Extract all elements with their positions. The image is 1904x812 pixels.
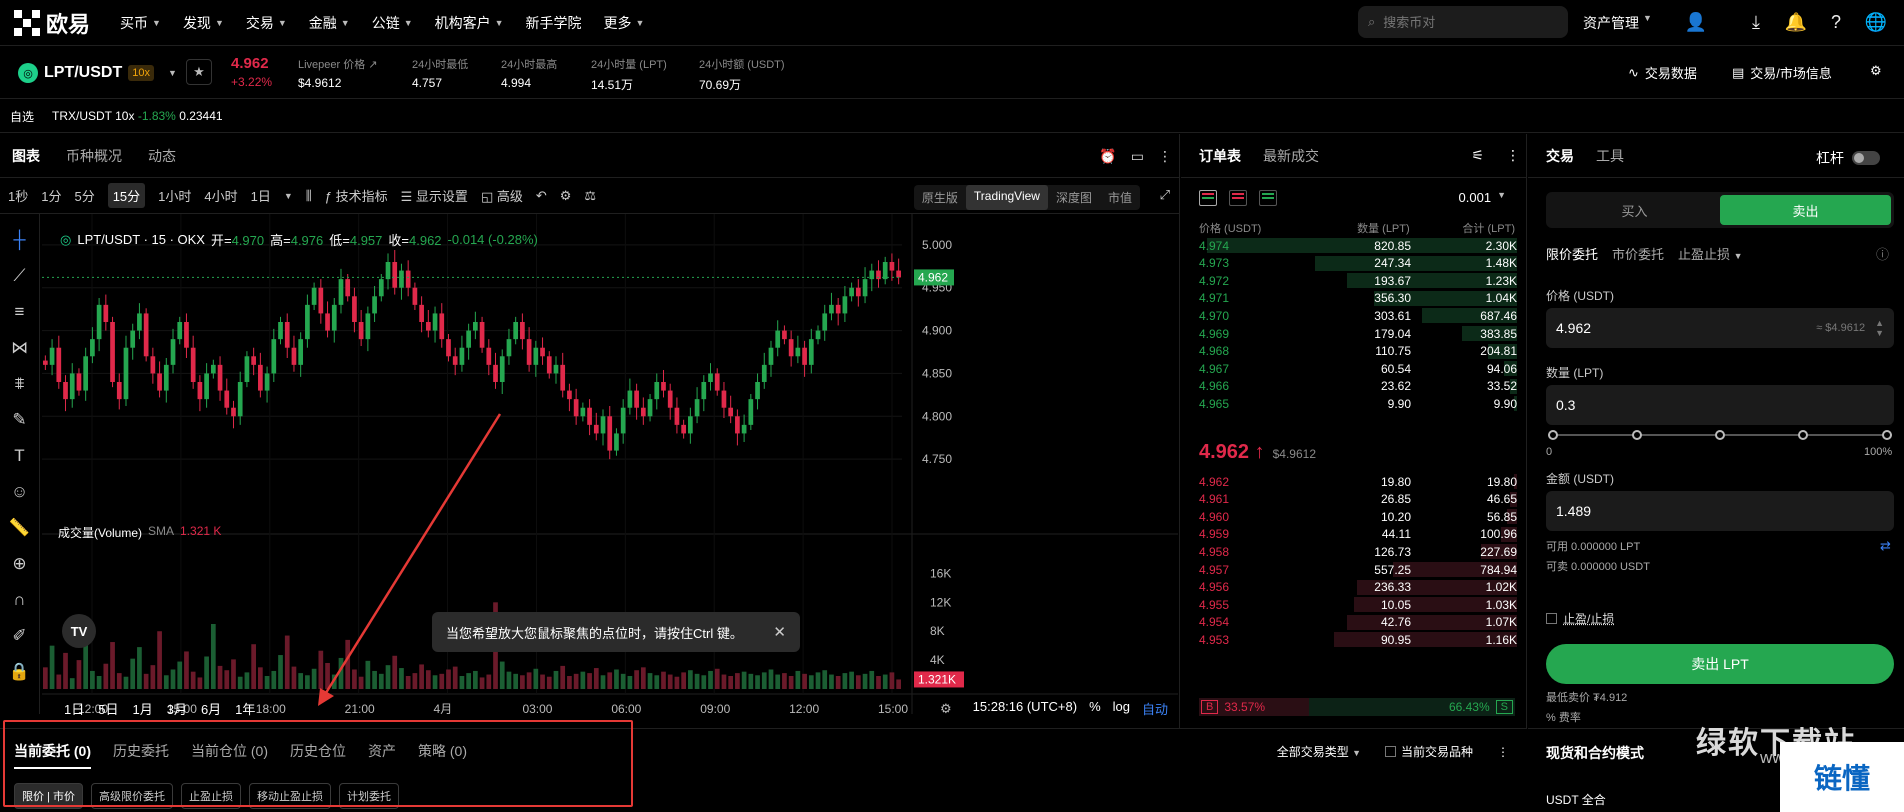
ask-row[interactable]: 4.973 247.34 1.48K xyxy=(1191,255,1517,272)
book-total: 33.52 xyxy=(1486,379,1517,394)
book-qty: 23.62 xyxy=(1380,379,1411,394)
book-price: 4.966 xyxy=(1199,379,1230,394)
book-price: 4.969 xyxy=(1199,326,1230,341)
book-qty: 557.25 xyxy=(1374,562,1411,577)
book-price: 4.955 xyxy=(1199,597,1230,612)
book-price: 4.974 xyxy=(1199,238,1230,253)
book-qty: 179.04 xyxy=(1374,326,1411,341)
ask-row[interactable]: 4.966 23.62 33.52 xyxy=(1191,378,1517,395)
book-qty: 9.90 xyxy=(1387,396,1411,411)
bid-row[interactable]: 4.960 10.20 56.85 xyxy=(1191,508,1517,525)
book-price: 4.960 xyxy=(1199,509,1230,524)
trading-page: 欧易 买币 ▼ 发现 ▼ 交易 ▼ 金融 ▼ 公链 ▼ 机构客户 ▼ 新手学院 更多 ▼ ⌕ … xyxy=(0,0,1904,812)
ask-row[interactable]: 4.967 60.54 94.06 xyxy=(1191,360,1517,377)
book-qty: 10.05 xyxy=(1380,597,1411,612)
ask-row[interactable]: 4.968 110.75 204.81 xyxy=(1191,343,1517,360)
book-total: 9.90 xyxy=(1493,396,1517,411)
ask-row[interactable]: 4.971 356.30 1.04K xyxy=(1191,290,1517,307)
book-total: 204.81 xyxy=(1480,344,1517,359)
book-price: 4.957 xyxy=(1199,562,1230,577)
ask-row[interactable]: 4.965 9.90 9.90 xyxy=(1191,395,1517,412)
bid-row[interactable]: 4.955 10.05 1.03K xyxy=(1191,596,1517,613)
book-total: 100.96 xyxy=(1480,527,1517,542)
ask-row[interactable]: 4.974 820.85 2.30K xyxy=(1191,237,1517,254)
book-total: 19.80 xyxy=(1486,474,1517,489)
book-price: 4.965 xyxy=(1199,396,1230,411)
book-total: 1.16K xyxy=(1485,632,1517,647)
book-total: 784.94 xyxy=(1480,562,1517,577)
bid-row[interactable]: 4.959 44.11 100.96 xyxy=(1191,526,1517,543)
book-total: 383.85 xyxy=(1480,326,1517,341)
book-price: 4.962 xyxy=(1199,474,1230,489)
book-price: 4.961 xyxy=(1199,492,1230,507)
book-qty: 303.61 xyxy=(1374,308,1411,323)
book-price: 4.972 xyxy=(1199,273,1230,288)
ask-row[interactable]: 4.972 193.67 1.23K xyxy=(1191,272,1517,289)
book-price: 4.971 xyxy=(1199,291,1230,306)
book-qty: 19.80 xyxy=(1380,474,1411,489)
book-qty: 356.30 xyxy=(1374,291,1411,306)
book-total: 1.07K xyxy=(1485,615,1517,630)
book-qty: 10.20 xyxy=(1380,509,1411,524)
book-qty: 193.67 xyxy=(1374,273,1411,288)
book-qty: 26.85 xyxy=(1380,492,1411,507)
book-total: 227.69 xyxy=(1480,544,1517,559)
bid-row[interactable]: 4.953 90.95 1.16K xyxy=(1191,631,1517,648)
book-total: 687.46 xyxy=(1480,308,1517,323)
book-price: 4.968 xyxy=(1199,344,1230,359)
book-price: 4.970 xyxy=(1199,308,1230,323)
book-total: 56.85 xyxy=(1486,509,1517,524)
book-price: 4.973 xyxy=(1199,256,1230,271)
bid-row[interactable]: 4.958 126.73 227.69 xyxy=(1191,543,1517,560)
book-total: 1.48K xyxy=(1485,256,1517,271)
bid-row[interactable]: 4.954 42.76 1.07K xyxy=(1191,614,1517,631)
book-price: 4.956 xyxy=(1199,580,1230,595)
book-price: 4.954 xyxy=(1199,615,1230,630)
book-total: 46.65 xyxy=(1486,492,1517,507)
book-price: 4.959 xyxy=(1199,527,1230,542)
book-total: 1.03K xyxy=(1485,597,1517,612)
book-qty: 126.73 xyxy=(1374,544,1411,559)
book-qty: 236.33 xyxy=(1374,580,1411,595)
book-price: 4.953 xyxy=(1199,632,1230,647)
book-total: 94.06 xyxy=(1486,361,1517,376)
book-qty: 90.95 xyxy=(1380,632,1411,647)
book-qty: 42.76 xyxy=(1380,615,1411,630)
book-qty: 247.34 xyxy=(1374,256,1411,271)
book-price: 4.958 xyxy=(1199,544,1230,559)
annotation-arrow xyxy=(318,413,502,706)
book-total: 1.04K xyxy=(1485,291,1517,306)
bid-row[interactable]: 4.962 19.80 19.80 xyxy=(1191,473,1517,490)
ask-row[interactable]: 4.969 179.04 383.85 xyxy=(1191,325,1517,342)
book-qty: 820.85 xyxy=(1374,238,1411,253)
book-qty: 110.75 xyxy=(1375,344,1411,359)
bid-row[interactable]: 4.957 557.25 784.94 xyxy=(1191,561,1517,578)
watermark-badge: 链懂 xyxy=(1780,742,1904,812)
book-qty: 60.54 xyxy=(1380,361,1411,376)
ask-row[interactable]: 4.970 303.61 687.46 xyxy=(1191,307,1517,324)
book-total: 1.02K xyxy=(1485,580,1517,595)
book-total: 1.23K xyxy=(1485,273,1517,288)
bid-row[interactable]: 4.956 236.33 1.02K xyxy=(1191,579,1517,596)
book-total: 2.30K xyxy=(1485,238,1517,253)
bid-row[interactable]: 4.961 26.85 46.65 xyxy=(1191,491,1517,508)
book-qty: 44.11 xyxy=(1381,527,1411,542)
book-price: 4.967 xyxy=(1199,361,1230,376)
